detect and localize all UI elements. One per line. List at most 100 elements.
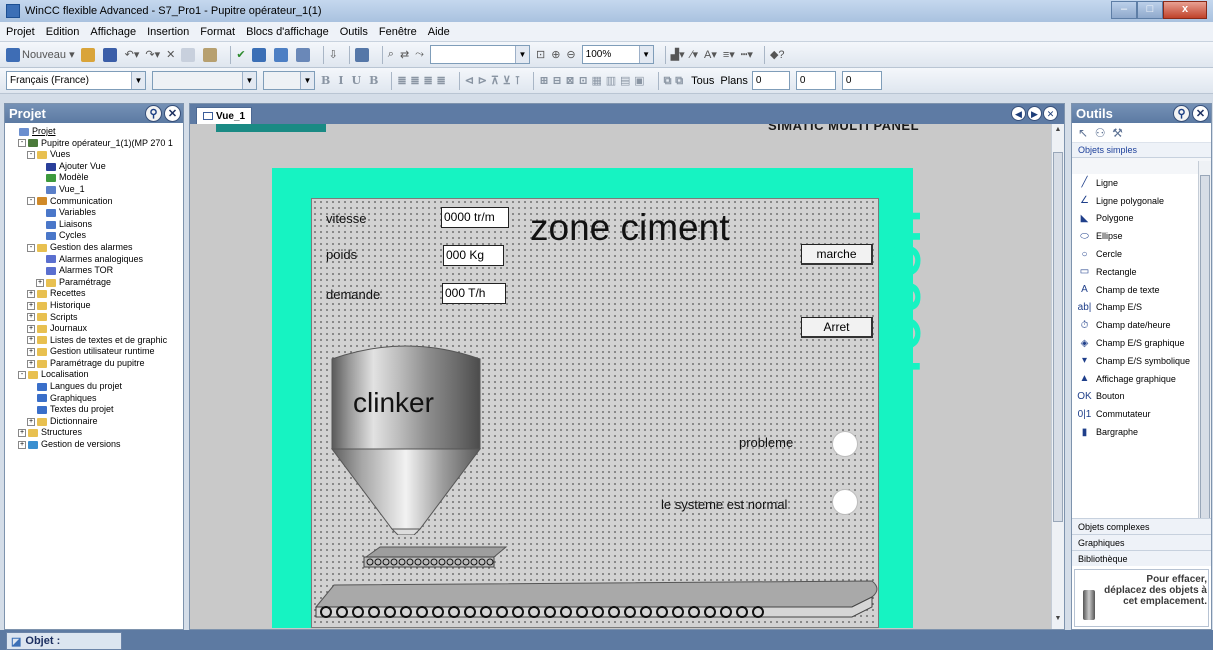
user-icon[interactable]: ⚇ [1095, 126, 1106, 140]
layer-combo[interactable]: 0 [751, 71, 790, 90]
tool-item[interactable]: ⬭ Ellipse [1072, 227, 1198, 245]
tool-item[interactable]: ⏱ Champ date/heure [1072, 316, 1198, 334]
maximize-button[interactable]: □ [1137, 1, 1163, 19]
object-combo[interactable]: ▼ [429, 45, 530, 64]
menu-fenetre[interactable]: Fenêtre [379, 26, 417, 38]
menu-affichage[interactable]: Affichage [90, 26, 136, 38]
generate-button[interactable] [251, 47, 268, 62]
tree-item[interactable]: Liaisons [9, 219, 181, 231]
scroll-thumb[interactable] [1053, 152, 1063, 522]
tool-item[interactable]: ◈ Champ E/S graphique [1072, 334, 1198, 352]
expand-icon[interactable]: + [27, 359, 35, 368]
section-objets-complexes[interactable]: Objets complexes [1072, 518, 1211, 534]
prev-tab-icon[interactable]: ◀ [1011, 106, 1026, 121]
collapse-icon[interactable]: - [27, 197, 35, 206]
offset-spin[interactable]: 0 [841, 71, 882, 90]
tree-item[interactable]: + Dictionnaire [9, 416, 181, 428]
expand-icon[interactable]: + [18, 429, 26, 438]
scroll-up-icon[interactable]: ▲ [1052, 126, 1064, 138]
tree-item[interactable]: - Vues [9, 149, 181, 161]
marche-button[interactable]: marche [801, 244, 873, 265]
next-tab-icon[interactable]: ▶ [1027, 106, 1042, 121]
bold-icon[interactable]: B [321, 74, 330, 87]
distribute-icons[interactable]: ⊞ ⊟ ⊠ ⊡ ▦ ▥ ▤ ▣ [539, 74, 644, 87]
undo-button[interactable]: ↶▾ [125, 48, 140, 61]
collapse-icon[interactable]: - [18, 139, 26, 148]
menu-outils[interactable]: Outils [340, 26, 368, 38]
poids-io-field[interactable]: 000 Kg [443, 245, 504, 266]
tool-item[interactable]: 0|1 Commutateur [1072, 405, 1198, 423]
align-icons[interactable]: ≣ ≣ ≣ ≣ [397, 74, 445, 87]
new-button[interactable]: Nouveau ▾ [6, 47, 75, 62]
tree-item[interactable]: + Listes de textes et de graphic [9, 335, 181, 347]
tool-item[interactable]: ◣ Polygone [1072, 210, 1198, 228]
menu-edition[interactable]: Edition [46, 26, 80, 38]
tool-item[interactable]: ╱ Ligne [1072, 174, 1198, 192]
tree-item[interactable]: + Gestion utilisateur runtime [9, 346, 181, 358]
tree-item[interactable]: Langues du projet [9, 381, 181, 393]
menu-format[interactable]: Format [200, 26, 235, 38]
tool-item[interactable]: ▭ Rectangle [1072, 263, 1198, 281]
collapse-icon[interactable]: - [27, 150, 35, 159]
expand-icon[interactable]: + [27, 301, 35, 310]
expand-icon[interactable]: + [27, 324, 35, 333]
section-graphiques[interactable]: Graphiques [1072, 534, 1211, 550]
tool-item[interactable]: ▮ Bargraphe [1072, 423, 1198, 441]
tree-item[interactable]: Projet [9, 126, 181, 138]
menu-blocs[interactable]: Blocs d'affichage [246, 26, 329, 38]
save-button[interactable] [102, 47, 119, 62]
section-objets-simples[interactable]: Objets simples [1072, 143, 1211, 158]
menu-insertion[interactable]: Insertion [147, 26, 189, 38]
expand-icon[interactable]: + [27, 348, 35, 357]
tree-item[interactable]: - Communication [9, 196, 181, 208]
download-button[interactable]: ⇩ [329, 48, 338, 61]
vitesse-io-field[interactable]: 0000 tr/m [441, 207, 509, 228]
cross-ref-button[interactable]: ⇄ [400, 48, 409, 61]
tool-item[interactable]: ▲ Affichage graphique [1072, 370, 1198, 388]
pointer-icon[interactable]: ↖ [1078, 126, 1088, 140]
compile-button[interactable]: ✔ [236, 48, 245, 61]
tree-item[interactable]: - Gestion des alarmes [9, 242, 181, 254]
layer-icons[interactable]: ⧉ ⧉ [664, 74, 684, 88]
minimize-button[interactable]: – [1111, 1, 1137, 19]
tree-item[interactable]: - Pupitre opérateur_1(1)(MP 270 1 [9, 138, 181, 150]
expand-icon[interactable]: + [36, 278, 44, 287]
paste-button[interactable] [203, 47, 219, 62]
tree-item[interactable]: Variables [9, 207, 181, 219]
close-icon[interactable]: ✕ [1192, 105, 1209, 122]
tous-label[interactable]: Tous [691, 75, 714, 87]
underline-icon[interactable]: U [351, 74, 361, 87]
close-tab-icon[interactable]: ✕ [1043, 106, 1058, 121]
collapse-icon[interactable]: - [18, 371, 26, 380]
editor-scrollbar[interactable]: ▲ ▼ [1051, 124, 1064, 629]
tree-item[interactable]: + Structures [9, 427, 181, 439]
zoom-out-button[interactable]: ⊖ [566, 48, 575, 61]
simulate-button[interactable] [273, 47, 290, 62]
close-button[interactable]: x [1163, 1, 1207, 19]
expand-icon[interactable]: + [27, 417, 35, 426]
tree-item[interactable]: Ajouter Vue [9, 161, 181, 173]
collapse-icon[interactable]: - [27, 243, 35, 252]
menu-aide[interactable]: Aide [428, 26, 450, 38]
tree-item[interactable]: Alarmes TOR [9, 265, 181, 277]
redo-button[interactable]: ↷▾ [145, 48, 160, 61]
line-pattern-button[interactable]: ┅▾ [741, 48, 753, 61]
expand-icon[interactable]: + [18, 440, 26, 449]
tool-item[interactable]: ▾ Champ E/S symbolique [1072, 352, 1198, 370]
tree-item[interactable]: Cycles [9, 230, 181, 242]
tree-item[interactable]: + Paramétrage du pupitre [9, 358, 181, 370]
help-button[interactable]: ◆? [770, 48, 785, 61]
tree-item[interactable]: + Paramétrage [9, 277, 181, 289]
font-combo[interactable]: ▼ [152, 71, 257, 90]
tools-scrollbar[interactable] [1198, 161, 1211, 563]
tree-item[interactable]: + Journaux [9, 323, 181, 335]
font-color-button[interactable]: A▾ [704, 48, 717, 61]
tab-vue-1[interactable]: Vue_1 [196, 107, 253, 124]
cut-button[interactable]: ✕ [166, 48, 175, 61]
copy-button[interactable] [181, 47, 197, 62]
scroll-down-icon[interactable]: ▼ [1052, 615, 1064, 627]
pin-icon[interactable]: ⚲ [145, 105, 162, 122]
section-collapse-bar[interactable] [1072, 158, 1211, 174]
hmi-screen[interactable]: vitesse 0000 tr/m zone ciment poids 000 … [311, 198, 879, 628]
open-button[interactable] [80, 47, 97, 62]
